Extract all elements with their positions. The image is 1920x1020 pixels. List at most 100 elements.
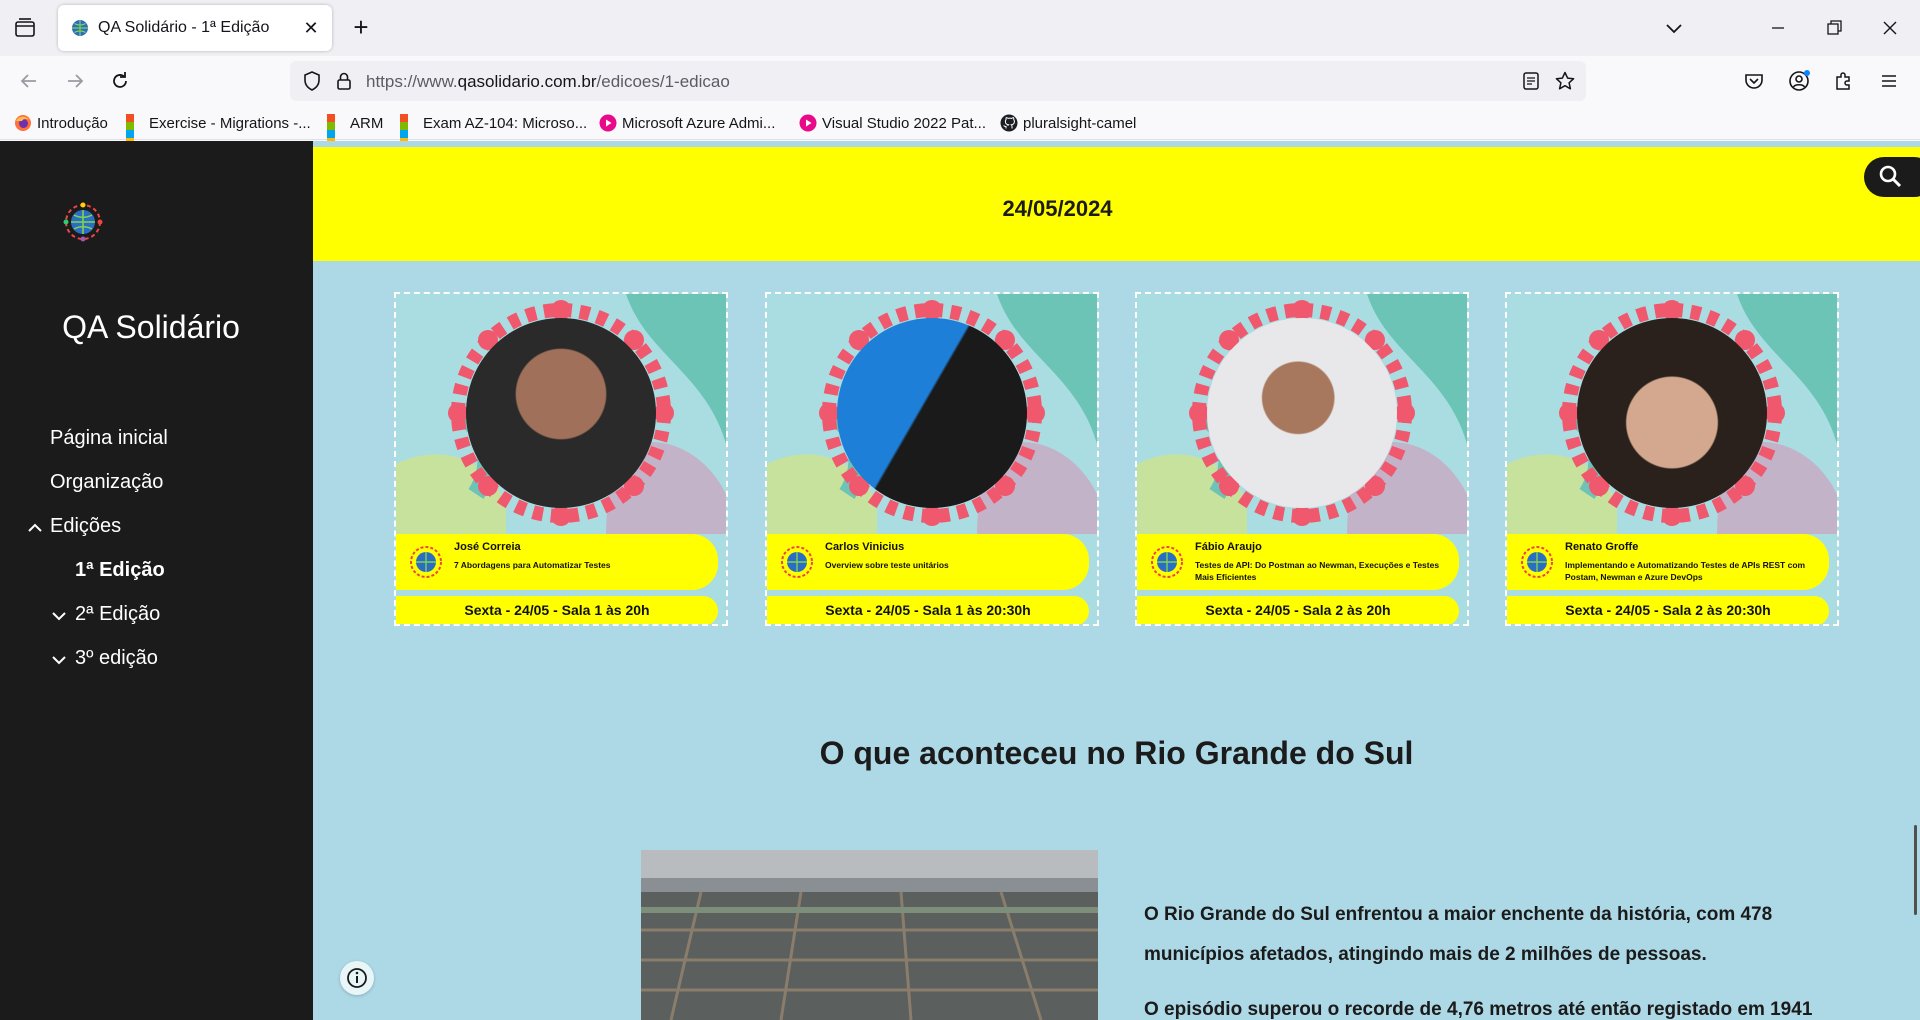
menu-item-pagina-inicial[interactable]: Página inicial [50,427,168,450]
bookmark-label: ARM [350,114,384,132]
speaker-info: Fábio Araujo Testes de API: Do Postman a… [1137,534,1459,590]
browser-tab-bar: QA Solidário - 1ª Edição ✕ + [0,0,1920,56]
restore-icon[interactable] [1820,14,1848,42]
github-icon [1000,114,1018,132]
bookmark-azure-admin[interactable]: Microsoft Azure Admi... [599,112,775,134]
paragraph-line: O episódio superou o recorde de 4,76 met… [1144,999,1813,1020]
menu-item-3-edicao[interactable]: 3º edição [75,647,158,670]
talk-card[interactable]: Carlos Vinicius Overview sobre teste uni… [765,292,1099,626]
bookmark-pluralsight-camel[interactable]: pluralsight-camel [1000,112,1136,134]
chevron-down-icon[interactable] [1662,16,1686,40]
minimize-icon[interactable] [1764,14,1792,42]
microsoft-icon [327,114,345,146]
search-button[interactable] [1864,157,1920,197]
close-window-icon[interactable] [1876,14,1904,42]
event-logo-icon [781,546,813,578]
site-logo[interactable] [62,201,104,243]
url-prefix: https://www. [366,72,458,91]
section-title: O que aconteceu no Rio Grande do Sul [819,735,1414,771]
talk-schedule: Sexta - 24/05 - Sala 2 às 20:30h [1507,596,1829,624]
talk-title: 7 Abordagens para Automatizar Testes [454,560,611,570]
qa-solidario-favicon [70,18,90,38]
microsoft-icon [400,114,418,146]
talk-schedule: Sexta - 24/05 - Sala 1 às 20:30h [767,596,1089,624]
url-path: /edicoes/1-edicao [596,72,730,91]
speaker-photo [1577,318,1767,508]
firefox-icon [14,114,32,132]
speaker-photo [837,318,1027,508]
info-icon [347,968,367,988]
new-tab-button[interactable]: + [348,14,374,40]
speaker-photo [1207,318,1397,508]
sidebar: QA Solidário Página inicial Organização … [0,141,313,1020]
date-banner: 24/05/2024 [313,147,1920,261]
page-scrollbar[interactable] [1914,825,1917,915]
menu-item-2-edicao[interactable]: 2ª Edição [75,603,160,626]
close-tab-icon[interactable]: ✕ [300,17,322,39]
menu-item-edicoes[interactable]: Edições [50,515,121,538]
talk-schedule: Sexta - 24/05 - Sala 1 às 20h [396,596,718,624]
talk-card[interactable]: José Correia 7 Abordagens para Automatiz… [394,292,728,626]
talk-title: Overview sobre teste unitários [825,560,949,570]
talk-title: Testes de API: Do Postman ao Newman, Exe… [1195,560,1440,582]
pluralsight-icon [599,114,617,132]
talk-title: Implementando e Automatizando Testes de … [1565,560,1806,582]
speaker-photo [466,318,656,508]
menu-hamburger-icon[interactable] [1876,68,1902,94]
bookmark-star-icon[interactable] [1554,70,1576,97]
bookmark-visual-studio[interactable]: Visual Studio 2022 Pat... [799,112,986,134]
microsoft-icon [126,114,144,146]
event-logo-icon [410,546,442,578]
back-arrow-icon[interactable] [16,68,42,94]
active-tab[interactable]: QA Solidário - 1ª Edição ✕ [58,5,332,51]
speaker-info: Carlos Vinicius Overview sobre teste uni… [767,534,1089,590]
bookmark-label: Exam AZ-104: Microso... [423,114,588,132]
paragraph-line: O Rio Grande do Sul enfrentou a maior en… [1144,904,1773,925]
flood-aerial-photo [641,850,1098,1020]
speaker-name: Fábio Araujo [1195,541,1262,553]
chevron-up-icon[interactable] [26,519,44,537]
menu-item-organizacao[interactable]: Organização [50,471,163,494]
address-bar[interactable]: https://www.qasolidario.com.br/edicoes/1… [290,61,1586,101]
navigation-toolbar: https://www.qasolidario.com.br/edicoes/1… [0,56,1920,106]
bookmark-label: Microsoft Azure Admi... [622,114,776,132]
bookmark-introducao[interactable]: Introdução [14,112,108,134]
speaker-name: José Correia [454,541,521,553]
event-date: 24/05/2024 [1002,196,1113,221]
account-icon[interactable] [1786,68,1812,94]
pocket-icon[interactable] [1741,68,1767,94]
site-title[interactable]: QA Solidário [0,309,302,346]
chevron-down-icon[interactable] [50,607,68,625]
info-button[interactable] [340,961,374,995]
talk-schedule: Sexta - 24/05 - Sala 2 às 20h [1137,596,1459,624]
bookmark-exercise-migrations[interactable]: Exercise - Migrations -... [126,112,311,146]
web-page: QA Solidário Página inicial Organização … [0,141,1920,1020]
bookmark-label: Exercise - Migrations -... [149,114,311,132]
talk-card[interactable]: Fábio Araujo Testes de API: Do Postman a… [1135,292,1469,626]
url-host: qasolidario.com.br [457,72,597,91]
url-text[interactable]: https://www.qasolidario.com.br/edicoes/1… [366,72,730,92]
search-icon [1879,165,1902,188]
forward-arrow-icon[interactable] [62,68,88,94]
bookmarks-toolbar: Introdução Exercise - Migrations -... AR… [0,106,1920,146]
event-logo-icon [1151,546,1183,578]
talk-card[interactable]: Renato Groffe Implementando e Automatiza… [1505,292,1839,626]
tab-list-icon[interactable] [12,16,38,40]
bookmark-label: Introdução [37,114,108,132]
chevron-down-icon[interactable] [50,651,68,669]
extensions-icon[interactable] [1831,68,1857,94]
reload-icon[interactable] [107,68,133,94]
tracking-shield-icon[interactable] [300,69,324,98]
bookmark-exam-az104[interactable]: Exam AZ-104: Microso... [400,112,588,146]
bookmark-label: Visual Studio 2022 Pat... [822,114,987,132]
speaker-info: José Correia 7 Abordagens para Automatiz… [396,534,718,590]
paragraph-line: municípios afetados, atingindo mais de 2… [1144,944,1707,965]
event-logo-icon [1521,546,1553,578]
menu-item-1-edicao[interactable]: 1ª Edição [75,559,165,582]
bookmark-arm[interactable]: ARM [327,112,384,146]
bookmark-label: pluralsight-camel [1023,114,1137,132]
speaker-info: Renato Groffe Implementando e Automatiza… [1507,534,1829,590]
lock-icon[interactable] [332,69,356,98]
speaker-name: Carlos Vinicius [825,541,905,553]
reader-view-icon[interactable] [1520,70,1542,97]
